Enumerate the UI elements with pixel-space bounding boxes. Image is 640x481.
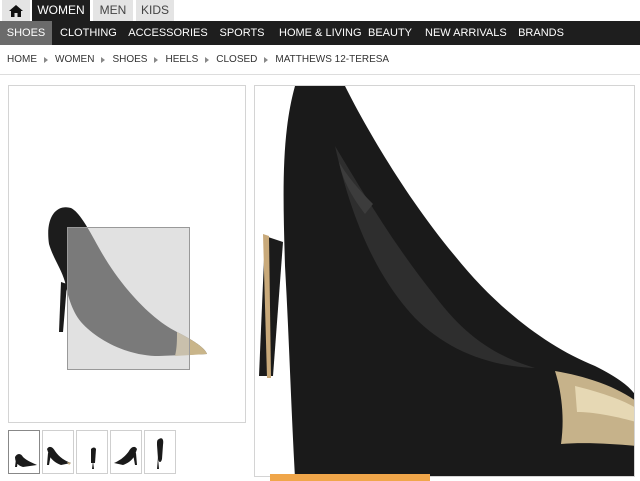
thumbnail-2[interactable] — [42, 430, 74, 474]
thumbnail-4[interactable] — [110, 430, 142, 474]
tab-women[interactable]: WOMEN — [32, 0, 90, 21]
breadcrumb-home[interactable]: HOME — [7, 54, 37, 65]
triangle-right-icon — [205, 56, 210, 63]
breadcrumb-shoes[interactable]: SHOES — [112, 54, 147, 65]
zoom-lens[interactable] — [67, 227, 190, 370]
category-brands[interactable]: BRANDS — [517, 21, 565, 45]
shoe-thumbnail-icon — [91, 447, 96, 469]
home-button[interactable] — [2, 0, 30, 21]
category-accessories[interactable]: ACCESSORIES — [128, 21, 208, 45]
triangle-right-icon — [44, 56, 48, 63]
shoe-thumbnail-icon — [114, 446, 137, 465]
zoom-view — [254, 85, 635, 477]
tab-kids[interactable]: KIDS — [136, 0, 174, 21]
product-main-image[interactable] — [8, 85, 246, 423]
breadcrumb-closed[interactable]: CLOSED — [216, 54, 257, 65]
gender-tab-bar: WOMEN MEN KIDS — [0, 0, 640, 21]
thumbnail-3[interactable] — [76, 430, 108, 474]
shoe-thumbnail-icon — [157, 438, 164, 469]
triangle-right-icon — [154, 56, 159, 63]
tab-men[interactable]: MEN — [93, 0, 133, 21]
category-nav: SHOES CLOTHING ACCESSORIES SPORTS HOME &… — [0, 21, 640, 45]
category-sports[interactable]: SPORTS — [219, 21, 265, 45]
breadcrumb: HOME WOMEN SHOES HEELS CLOSED MATTHEWS 1… — [0, 45, 640, 75]
shoe-thumbnail-icon — [15, 454, 37, 467]
category-clothing[interactable]: CLOTHING — [60, 21, 117, 45]
home-icon — [9, 4, 23, 17]
breadcrumb-women[interactable]: WOMEN — [55, 54, 94, 65]
category-new-arrivals[interactable]: NEW ARRIVALS — [425, 21, 507, 45]
triangle-right-icon — [101, 56, 106, 63]
shoe-thumbnail-icon — [47, 446, 71, 465]
shoe-zoom-image — [259, 86, 634, 476]
category-home-living[interactable]: HOME & LIVING — [279, 21, 362, 45]
breadcrumb-product: MATTHEWS 12-TERESA — [275, 54, 390, 65]
category-shoes[interactable]: SHOES — [0, 21, 52, 45]
thumbnail-1[interactable] — [8, 430, 40, 474]
triangle-right-icon — [264, 56, 269, 63]
promo-banner-edge — [270, 474, 430, 481]
thumbnail-5[interactable] — [144, 430, 176, 474]
breadcrumb-heels[interactable]: HEELS — [165, 54, 198, 65]
category-beauty[interactable]: BEAUTY — [368, 21, 412, 45]
